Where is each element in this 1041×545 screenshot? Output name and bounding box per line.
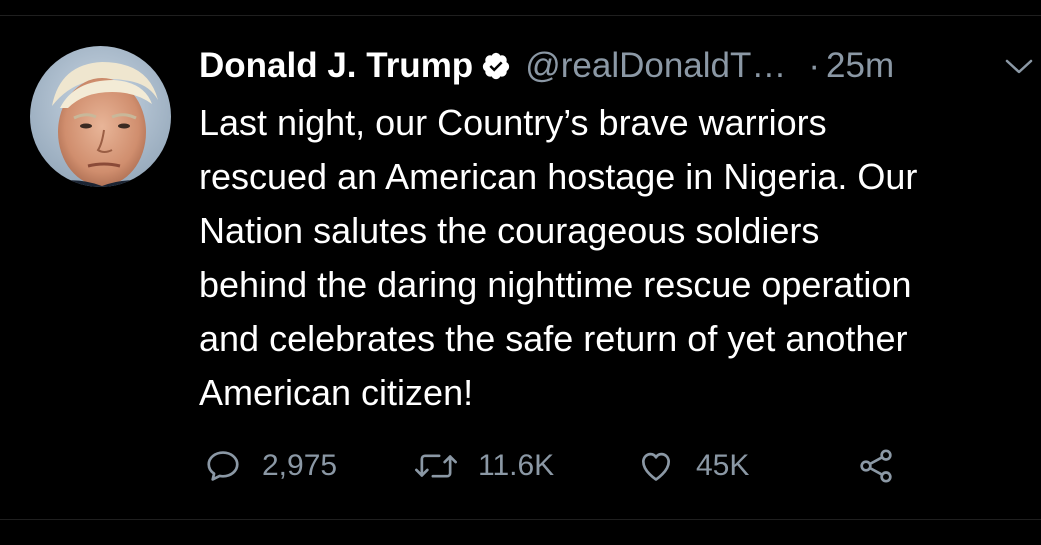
tweet-text-line: and celebrates the safe return of yet an… — [199, 318, 908, 359]
reply-icon — [207, 451, 239, 481]
avatar[interactable] — [30, 46, 171, 187]
like-button[interactable]: 45K — [636, 444, 749, 488]
timestamp[interactable]: 25m — [826, 46, 894, 86]
tweet-text: Last night, our Country’s brave warriors… — [199, 96, 1035, 420]
tweet-text-line: rescued an American hostage in Nigeria. … — [199, 156, 918, 197]
bottom-divider — [0, 519, 1041, 545]
heart-icon — [641, 452, 671, 481]
share-icon — [860, 449, 892, 483]
reply-button[interactable]: 2,975 — [204, 444, 337, 488]
display-name[interactable]: Donald J. Trump — [199, 46, 473, 86]
share-button[interactable] — [856, 444, 896, 488]
avatar-image — [30, 46, 171, 187]
retweet-count: 11.6K — [478, 449, 555, 482]
like-count: 45K — [696, 449, 750, 482]
handle[interactable]: @realDonaldT… — [525, 46, 786, 86]
tweet-header: Donald J. Trump @realDonaldT… · 25m — [199, 42, 1029, 90]
retweet-icon — [415, 454, 457, 478]
top-divider — [0, 0, 1041, 16]
tweet-text-line: Nation salutes the courageous soldiers — [199, 210, 820, 251]
chevron-down-icon[interactable] — [1004, 58, 1034, 76]
retweet-button[interactable]: 11.6K — [414, 444, 554, 488]
tweet-actions: 2,975 11.6K 45K — [204, 444, 924, 488]
tweet-text-line: American citizen! — [199, 372, 474, 413]
tweet-text-line: Last night, our Country’s brave warriors — [199, 102, 827, 143]
tweet-text-line: behind the daring nighttime rescue opera… — [199, 264, 912, 305]
verified-badge-icon — [481, 51, 511, 81]
reply-count: 2,975 — [262, 449, 338, 482]
separator-dot: · — [808, 46, 821, 85]
